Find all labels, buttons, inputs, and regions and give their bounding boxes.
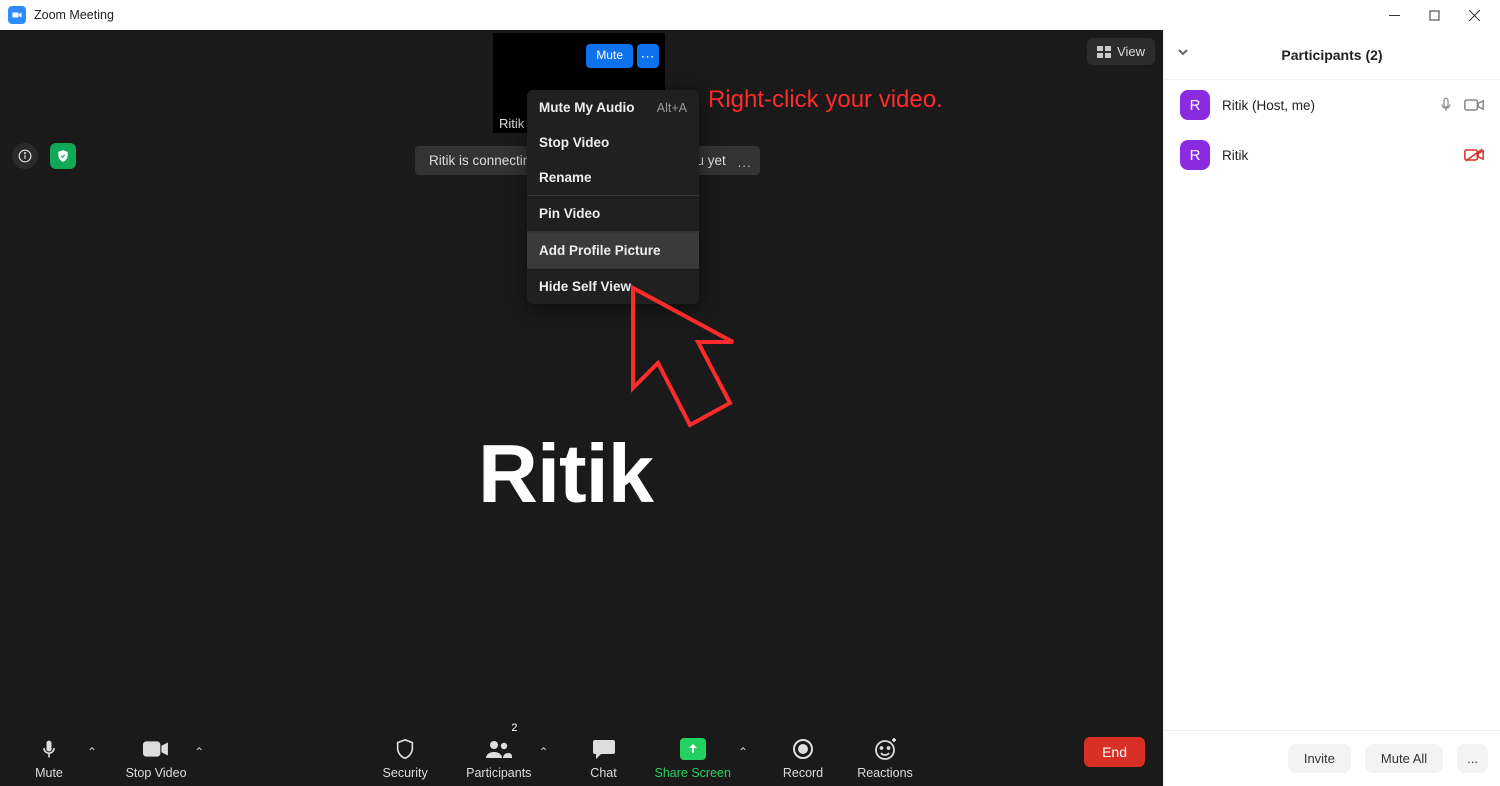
chat-icon	[592, 738, 616, 760]
thumb-participant-name: Ritik	[499, 116, 524, 131]
view-label: View	[1117, 44, 1145, 59]
titlebar: Zoom Meeting	[0, 0, 1500, 30]
avatar: R	[1180, 90, 1210, 120]
info-icon[interactable]	[12, 143, 38, 169]
participants-footer: Invite Mute All ...	[1164, 730, 1500, 786]
zoom-logo-icon	[8, 6, 26, 24]
video-icon	[143, 739, 169, 759]
record-button[interactable]: Record	[772, 724, 834, 780]
video-options-chevron[interactable]: ⌃	[190, 724, 208, 780]
mute-options-chevron[interactable]: ⌃	[83, 724, 101, 780]
reactions-button[interactable]: Reactions	[854, 724, 916, 780]
participants-header: Participants (2)	[1164, 30, 1500, 80]
titlebar-left: Zoom Meeting	[8, 6, 114, 24]
window-controls	[1374, 1, 1494, 29]
end-button[interactable]: End	[1084, 737, 1145, 767]
share-icon	[680, 738, 706, 760]
menu-stop-video[interactable]: Stop Video	[527, 125, 699, 160]
menu-pin-video[interactable]: Pin Video	[527, 196, 699, 232]
view-button[interactable]: View	[1087, 38, 1155, 65]
participant-row[interactable]: R Ritik	[1164, 130, 1500, 180]
microphone-icon	[39, 737, 59, 761]
participants-count: 2	[511, 722, 517, 734]
window-title: Zoom Meeting	[34, 8, 114, 22]
menu-add-profile-picture[interactable]: Add Profile Picture	[527, 232, 699, 269]
shield-icon	[394, 737, 416, 761]
participants-list: R Ritik (Host, me) R Ritik	[1164, 80, 1500, 730]
invite-button[interactable]: Invite	[1288, 744, 1351, 773]
record-icon	[792, 738, 814, 760]
stop-video-button[interactable]: Stop Video	[125, 724, 187, 780]
share-screen-button[interactable]: Share Screen	[655, 724, 731, 780]
camera-icon	[1464, 98, 1484, 112]
avatar: R	[1180, 140, 1210, 170]
encryption-shield-icon[interactable]	[50, 143, 76, 169]
main-participant-name: Ritik	[478, 426, 653, 522]
video-context-menu: Mute My Audio Alt+A Stop Video Rename Pi…	[527, 90, 699, 304]
menu-rename[interactable]: Rename	[527, 160, 699, 196]
annotation-text: Right-click your video.	[708, 86, 943, 114]
participant-name: Ritik (Host, me)	[1222, 98, 1426, 113]
participant-name: Ritik	[1222, 148, 1452, 163]
people-icon	[485, 738, 513, 760]
mute-button[interactable]: Mute	[18, 724, 80, 780]
participants-panel: Participants (2) R Ritik (Host, me) R Ri…	[1163, 30, 1500, 786]
smile-icon	[873, 737, 897, 761]
participant-row[interactable]: R Ritik (Host, me)	[1164, 80, 1500, 130]
chat-button[interactable]: Chat	[573, 724, 635, 780]
thumb-more-button[interactable]: ⋯	[637, 44, 659, 68]
camera-off-icon	[1464, 148, 1484, 162]
close-button[interactable]	[1454, 1, 1494, 29]
thumb-mute-button[interactable]: Mute	[586, 44, 633, 68]
microphone-icon	[1438, 96, 1454, 114]
status-more-icon[interactable]: ...	[738, 155, 752, 170]
video-area: Mute ⋯ Ritik Ritik is connecting to audi…	[0, 30, 1163, 786]
minimize-button[interactable]	[1374, 1, 1414, 29]
security-button[interactable]: Security	[374, 724, 436, 780]
maximize-button[interactable]	[1414, 1, 1454, 29]
participants-title: Participants (2)	[1164, 47, 1500, 63]
menu-mute-my-audio[interactable]: Mute My Audio Alt+A	[527, 90, 699, 125]
meeting-toolbar: Mute ⌃ Stop Video ⌃ Security	[0, 718, 1163, 786]
mute-all-button[interactable]: Mute All	[1365, 744, 1443, 773]
menu-hide-self-view[interactable]: Hide Self View	[527, 269, 699, 304]
participants-more-button[interactable]: ...	[1457, 744, 1488, 773]
collapse-panel-chevron[interactable]	[1176, 45, 1190, 64]
participants-button[interactable]: Participants 2	[466, 724, 531, 780]
participants-chevron[interactable]: ⌃	[534, 724, 552, 780]
grid-icon	[1097, 46, 1111, 58]
share-chevron[interactable]: ⌃	[734, 724, 752, 780]
